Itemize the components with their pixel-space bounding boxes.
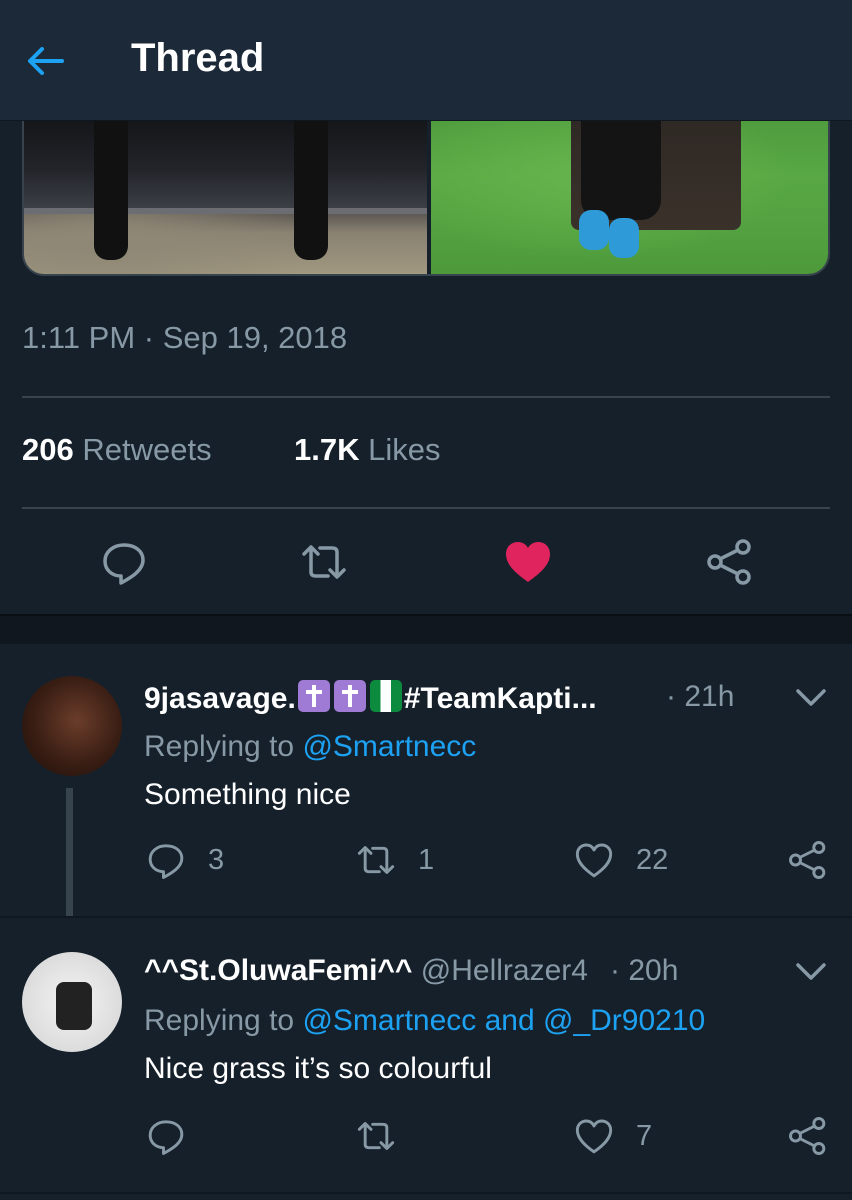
share-icon [707,539,751,585]
retweet-count: 1 [418,843,435,876]
like-count: 7 [636,1119,653,1152]
app-header: Thread [0,0,852,121]
retweets-label: Retweets [82,432,212,467]
reply-time: · 20h [610,954,679,987]
reply-share-button[interactable] [788,840,850,880]
retweet-icon [302,545,346,579]
mention-link[interactable]: @Smartnecc and @_Dr90210 [302,1004,705,1037]
more-options-button[interactable] [794,954,828,988]
reply-like-button[interactable]: 7 [574,1116,652,1156]
tweet-photo-left[interactable] [24,110,427,274]
retweet-icon [357,846,395,874]
reply-reply-button[interactable]: 3 [146,840,224,880]
page-title: Thread [131,36,265,80]
camera-shape [56,982,92,1030]
divider [22,507,830,509]
back-button[interactable] [22,38,68,84]
author-name-suffix: #TeamKapti... [403,682,597,715]
tweet-timestamp[interactable]: 1:11 PM · Sep 19, 2018 [22,320,347,356]
reply-reply-button[interactable] [146,1116,208,1156]
back-arrow-icon [28,47,64,75]
car-shape [24,110,427,215]
legs-shape [581,110,661,220]
thread-connector-line [66,788,73,916]
reply-text: Nice grass it’s so colourful [144,1052,492,1085]
row-divider [0,1192,852,1194]
author-display-name: 9jasavage. [144,682,296,715]
retweets-count: 206 [22,432,74,467]
cross-emoji-icon [297,680,330,712]
like-button[interactable] [504,538,552,586]
shoe-shape [609,218,639,258]
reply-button[interactable] [100,538,148,586]
reply-item[interactable]: ^^St.OluwaFemi^^ @Hellrazer4 · 20h Reply… [0,918,852,1200]
tweet-photo-right[interactable] [431,110,828,274]
more-options-button[interactable] [794,680,828,714]
chevron-down-icon [796,963,826,980]
reply-item[interactable]: 9jasavage. #TeamKapti... · 21h Replying t… [0,644,852,916]
divider [22,396,830,398]
author-display-name: ^^St.OluwaFemi^^ [144,954,413,987]
reply-time: · 21h [666,680,735,713]
share-icon [789,841,826,879]
reply-count: 3 [208,843,225,876]
replying-to-line: Replying to @Smartnecc and @_Dr90210 [144,1004,705,1038]
replying-prefix: Replying to [144,730,295,763]
figure-shape [294,110,328,260]
chevron-down-icon [796,689,826,706]
retweet-icon [357,1122,395,1150]
likes-label: Likes [368,432,441,467]
nigeria-flag-icon [369,680,402,712]
likes-stat[interactable]: 1.7K Likes [294,432,440,468]
reply-author-name[interactable]: ^^St.OluwaFemi^^ @Hellrazer4 [144,954,588,988]
cross-emoji-icon [333,680,366,712]
reply-author-name[interactable]: 9jasavage. #TeamKapti... [144,680,597,716]
reply-icon [103,543,145,585]
avatar[interactable] [22,952,122,1052]
like-count: 22 [636,843,669,876]
reply-text: Something nice [144,778,351,811]
figure-shape [94,110,128,260]
heart-outline-icon [575,843,613,878]
likes-count: 1.7K [294,432,360,467]
replying-to-line: Replying to @Smartnecc [144,730,476,764]
reply-retweet-button[interactable] [356,1116,418,1156]
replying-prefix: Replying to [144,1004,295,1037]
reply-like-button[interactable]: 22 [574,840,668,880]
author-handle: @Hellrazer4 [420,954,588,987]
share-icon [789,1117,826,1155]
section-separator [0,614,852,644]
reply-retweet-button[interactable]: 1 [356,840,434,880]
reply-icon [148,1120,184,1155]
shoe-shape [579,210,609,250]
avatar[interactable] [22,676,122,776]
retweets-stat[interactable]: 206 Retweets [22,432,212,468]
tweet-media[interactable] [22,110,830,276]
share-button[interactable] [706,538,754,586]
heart-filled-icon [506,542,550,582]
reply-icon [148,844,184,879]
mention-link[interactable]: @Smartnecc [302,730,476,763]
thread-page: Thread 1:11 PM · Sep 19, 2018 206 Retwee… [0,0,852,1200]
heart-outline-icon [575,1119,613,1154]
reply-share-button[interactable] [788,1116,850,1156]
retweet-button[interactable] [300,538,348,586]
